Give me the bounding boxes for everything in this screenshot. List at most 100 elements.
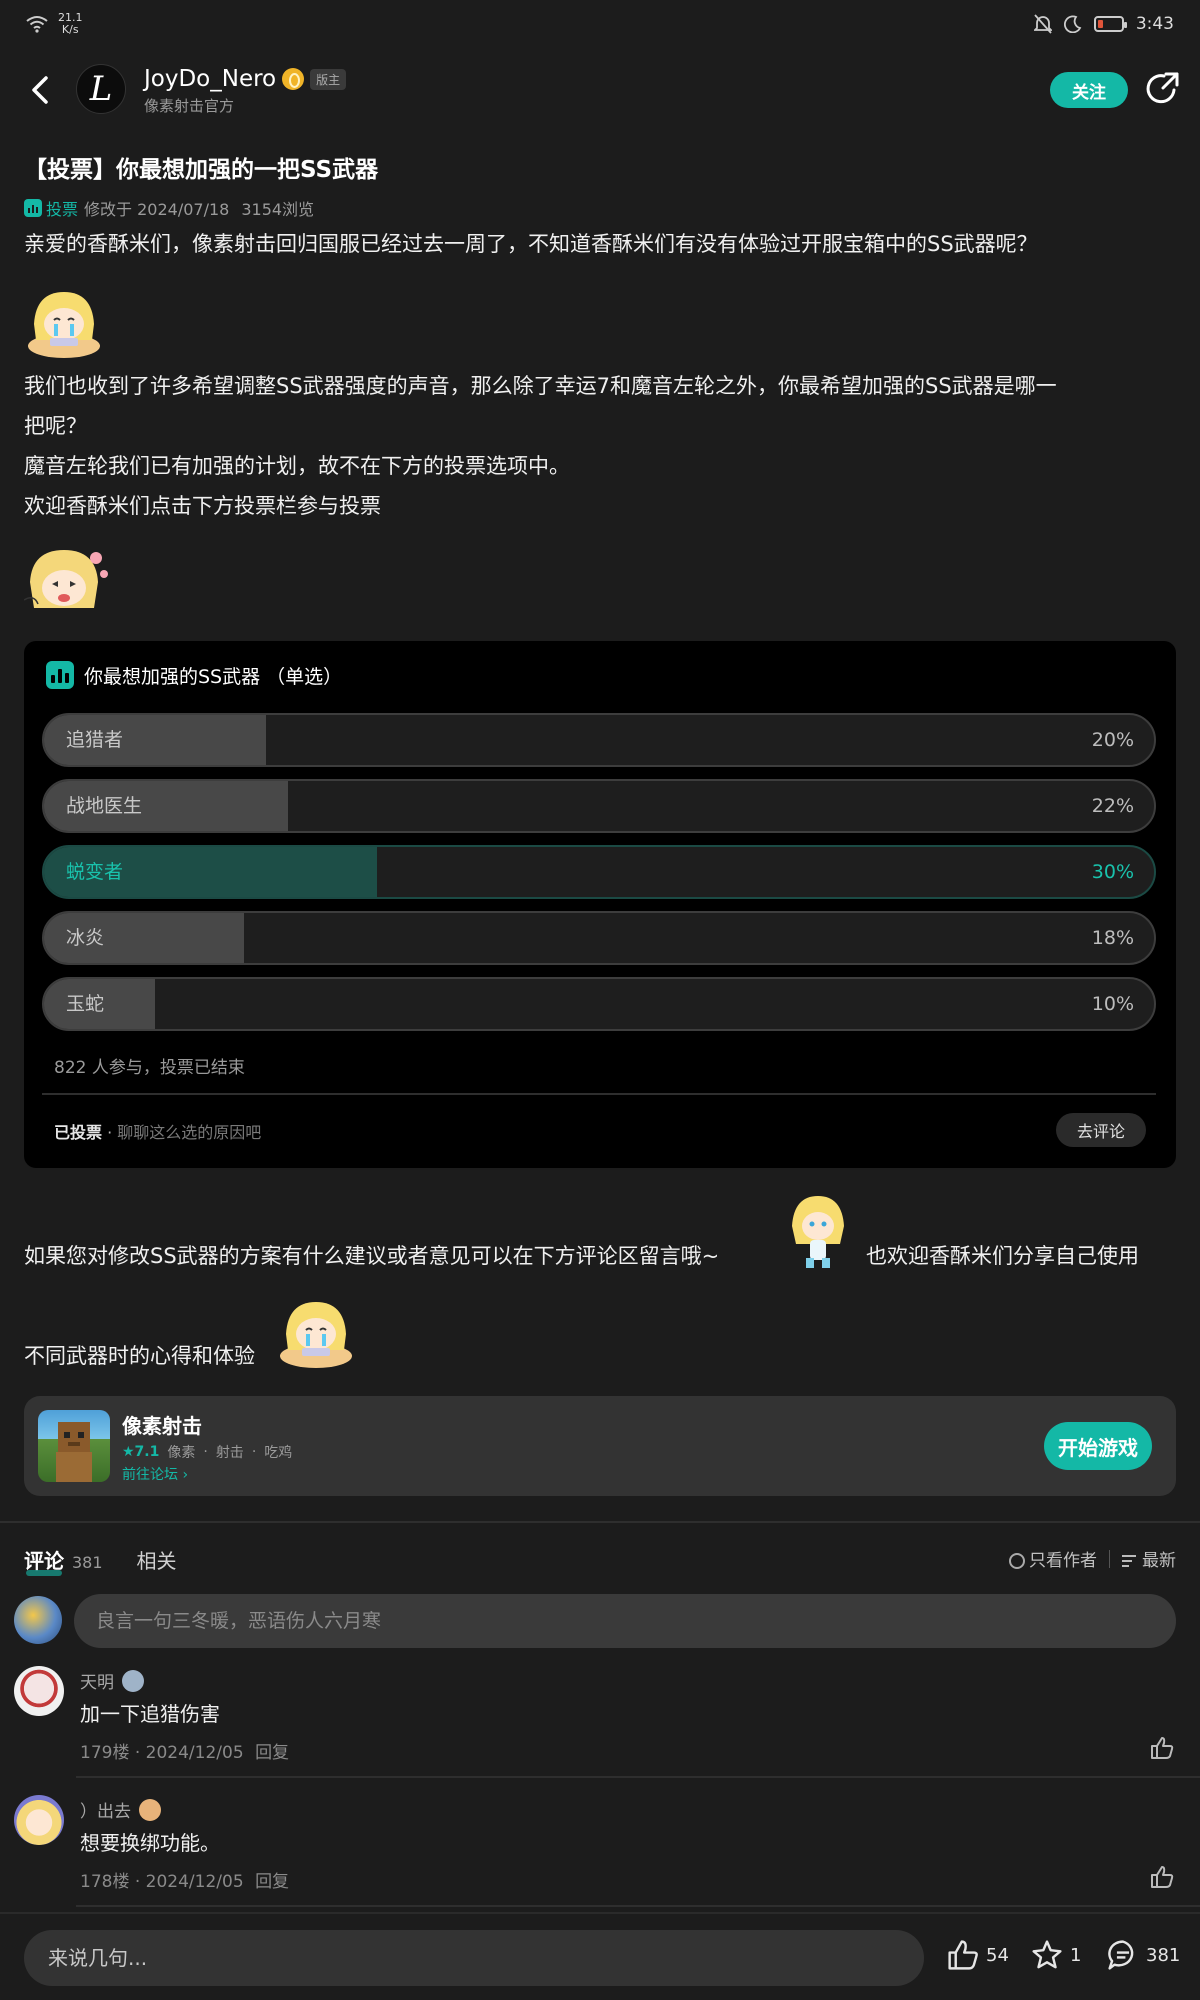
- favorite-count: 1: [1070, 1944, 1082, 1966]
- poll-option[interactable]: 战地医生 22%: [42, 779, 1156, 833]
- post-paragraph-2-line-2: 把呢？: [24, 414, 87, 438]
- follow-button[interactable]: 关注: [1050, 72, 1128, 108]
- sticker-chibi-girl: [792, 1196, 844, 1268]
- poll-option-winner[interactable]: 蜕变者 30%: [42, 845, 1156, 899]
- post-header: L JoyDo_Nero 版主 像素射击官方 关注: [0, 58, 1200, 122]
- comment-meta: 179楼 · 2024/12/05 回复: [80, 1738, 289, 1763]
- section-divider: [0, 1521, 1200, 1523]
- back-icon[interactable]: [26, 72, 56, 108]
- tab-related[interactable]: 相关: [137, 1545, 177, 1574]
- poll-option-label: 冰炎: [66, 927, 105, 949]
- sticker-crying-girl-2: [280, 1302, 352, 1368]
- dot-separator: ·: [251, 1444, 257, 1460]
- floor-number: 178楼: [80, 1872, 130, 1892]
- sort-latest-label: 最新: [1142, 1551, 1176, 1571]
- sort-latest[interactable]: 最新: [1122, 1546, 1176, 1571]
- reply-link[interactable]: 回复: [255, 1743, 289, 1763]
- poll-option-percent: 20%: [1091, 729, 1134, 751]
- network-speed: 21.1 K/s: [58, 11, 83, 36]
- star-icon: [1032, 1940, 1062, 1969]
- game-genre: 像素: [167, 1445, 196, 1461]
- author-avatar[interactable]: L: [76, 64, 126, 114]
- status-bar: 21.1 K/s 3:43: [0, 0, 1200, 52]
- game-card[interactable]: 像素射击 ★7.1 像素 · 射击 · 吃鸡 前往论坛 › 开始游戏: [24, 1396, 1176, 1496]
- start-game-button[interactable]: 开始游戏: [1044, 1422, 1152, 1470]
- poll-option-label: 追猎者: [66, 729, 124, 751]
- voted-hint: 聊聊这么选的原因吧: [117, 1123, 262, 1142]
- comment-text: 想要换绑功能。: [80, 1831, 220, 1855]
- like-count: 54: [986, 1944, 1009, 1966]
- my-avatar: [14, 1596, 62, 1644]
- battery-icon: [1093, 16, 1127, 32]
- share-icon[interactable]: [1144, 70, 1180, 108]
- post-paragraph-5b: 也欢迎香酥米们分享自己使用: [866, 1244, 1139, 1268]
- poll-icon: [46, 661, 74, 689]
- divider: [1109, 1549, 1110, 1568]
- author-name-row[interactable]: JoyDo_Nero 版主: [144, 66, 347, 92]
- comment-input[interactable]: [74, 1594, 1176, 1648]
- vote-icon: [24, 199, 42, 217]
- post-title: 【投票】你最想加强的一把SS武器: [24, 157, 379, 183]
- voted-label: 已投票: [54, 1123, 103, 1142]
- bottom-action-bar: 54 1 381: [0, 1912, 1200, 2000]
- commenter-name[interactable]: ）出去: [80, 1797, 131, 1822]
- post-paragraph-4: 欢迎香酥米们点击下方投票栏参与投票: [24, 494, 381, 518]
- game-character-icon: [56, 1422, 92, 1482]
- radio-icon: [1009, 1553, 1025, 1569]
- game-name: 像素射击: [122, 1414, 202, 1438]
- post-paragraph-3: 魔音左轮我们已有加强的计划，故不在下方的投票选项中。: [24, 454, 570, 478]
- filter-author-only[interactable]: 只看作者: [1009, 1546, 1097, 1571]
- comment-divider: [76, 1905, 1200, 1907]
- clock: 3:43: [1135, 14, 1174, 34]
- dot-separator: ·: [107, 1123, 118, 1142]
- say-something-input[interactable]: [24, 1930, 924, 1986]
- sticker-crying-girl: [28, 292, 100, 358]
- go-comment-button[interactable]: 去评论: [1056, 1113, 1146, 1147]
- commenter-name[interactable]: 天明: [80, 1668, 114, 1693]
- post-paragraph-2: 我们也收到了许多希望调整SS武器强度的声音，那么除了幸运7和魔音左轮之外，你最希…: [24, 366, 1174, 446]
- post-tag[interactable]: 投票: [24, 196, 78, 220]
- favorite-button[interactable]: 1: [1030, 1938, 1081, 1972]
- poll-option-label: 蜕变者: [66, 861, 124, 883]
- post-paragraph-2-line-1: 我们也收到了许多希望调整SS武器强度的声音，那么除了幸运7和魔音左轮之外，你最希…: [24, 374, 1057, 398]
- tab-comments[interactable]: 评论: [24, 1545, 64, 1576]
- poll-option[interactable]: 玉蛇 10%: [42, 977, 1156, 1031]
- poll-card: 你最想加强的SS武器 （单选） 追猎者 20% 战地医生 22% 蜕变者 30%…: [24, 641, 1176, 1168]
- author-subtitle: 像素射击官方: [144, 97, 235, 115]
- comment-date: 2024/12/05: [145, 1872, 244, 1892]
- poll-footer: 已投票 · 聊聊这么选的原因吧: [54, 1119, 261, 1143]
- level-badge-icon: [122, 1669, 144, 1692]
- floor-number: 179楼: [80, 1743, 130, 1763]
- post-meta: 投票 修改于 2024/07/18 3154浏览: [24, 196, 314, 220]
- commenter-avatar[interactable]: [14, 1795, 64, 1845]
- like-button[interactable]: 54: [946, 1938, 1009, 1972]
- game-icon: [38, 1410, 110, 1482]
- post-tag-label: 投票: [46, 200, 79, 219]
- post-paragraph-1: 亲爱的香酥米们，像素射击回归国服已经过去一周了，不知道香酥米们有没有体验过开服宝…: [24, 232, 1038, 256]
- comments-button[interactable]: 381: [1106, 1938, 1180, 1972]
- reply-link[interactable]: 回复: [255, 1872, 289, 1892]
- comment-divider: [76, 1776, 1200, 1778]
- poll-option[interactable]: 追猎者 20%: [42, 713, 1156, 767]
- divider: [42, 1093, 1156, 1095]
- commenter-avatar[interactable]: [14, 1666, 64, 1716]
- post-paragraph-5a: 如果您对修改SS武器的方案有什么建议或者意见可以在下方评论区留言哦~: [24, 1244, 720, 1268]
- moon-icon: [1063, 15, 1082, 33]
- avatar-letter: L: [89, 69, 113, 109]
- like-icon[interactable]: [1148, 1863, 1176, 1891]
- poll-option[interactable]: 冰炎 18%: [42, 911, 1156, 965]
- moderator-badge: 版主: [310, 68, 347, 90]
- poll-option-label: 战地医生: [66, 795, 143, 817]
- poll-option-percent: 30%: [1091, 861, 1134, 883]
- filter-author-label: 只看作者: [1029, 1551, 1097, 1571]
- forum-link-label: 前往论坛: [122, 1467, 178, 1483]
- poll-title: 你最想加强的SS武器 （单选）: [84, 665, 343, 688]
- game-genre: 吃鸡: [264, 1445, 293, 1461]
- like-icon[interactable]: [1148, 1734, 1176, 1762]
- chevron-right-icon: ›: [182, 1467, 189, 1483]
- poll-stats: 822 人参与，投票已结束: [54, 1058, 245, 1078]
- modified-date: 修改于 2024/07/18: [84, 200, 230, 219]
- poll-option-percent: 10%: [1091, 993, 1134, 1015]
- dot-separator: ·: [134, 1743, 146, 1763]
- forum-link[interactable]: 前往论坛 ›: [122, 1464, 188, 1484]
